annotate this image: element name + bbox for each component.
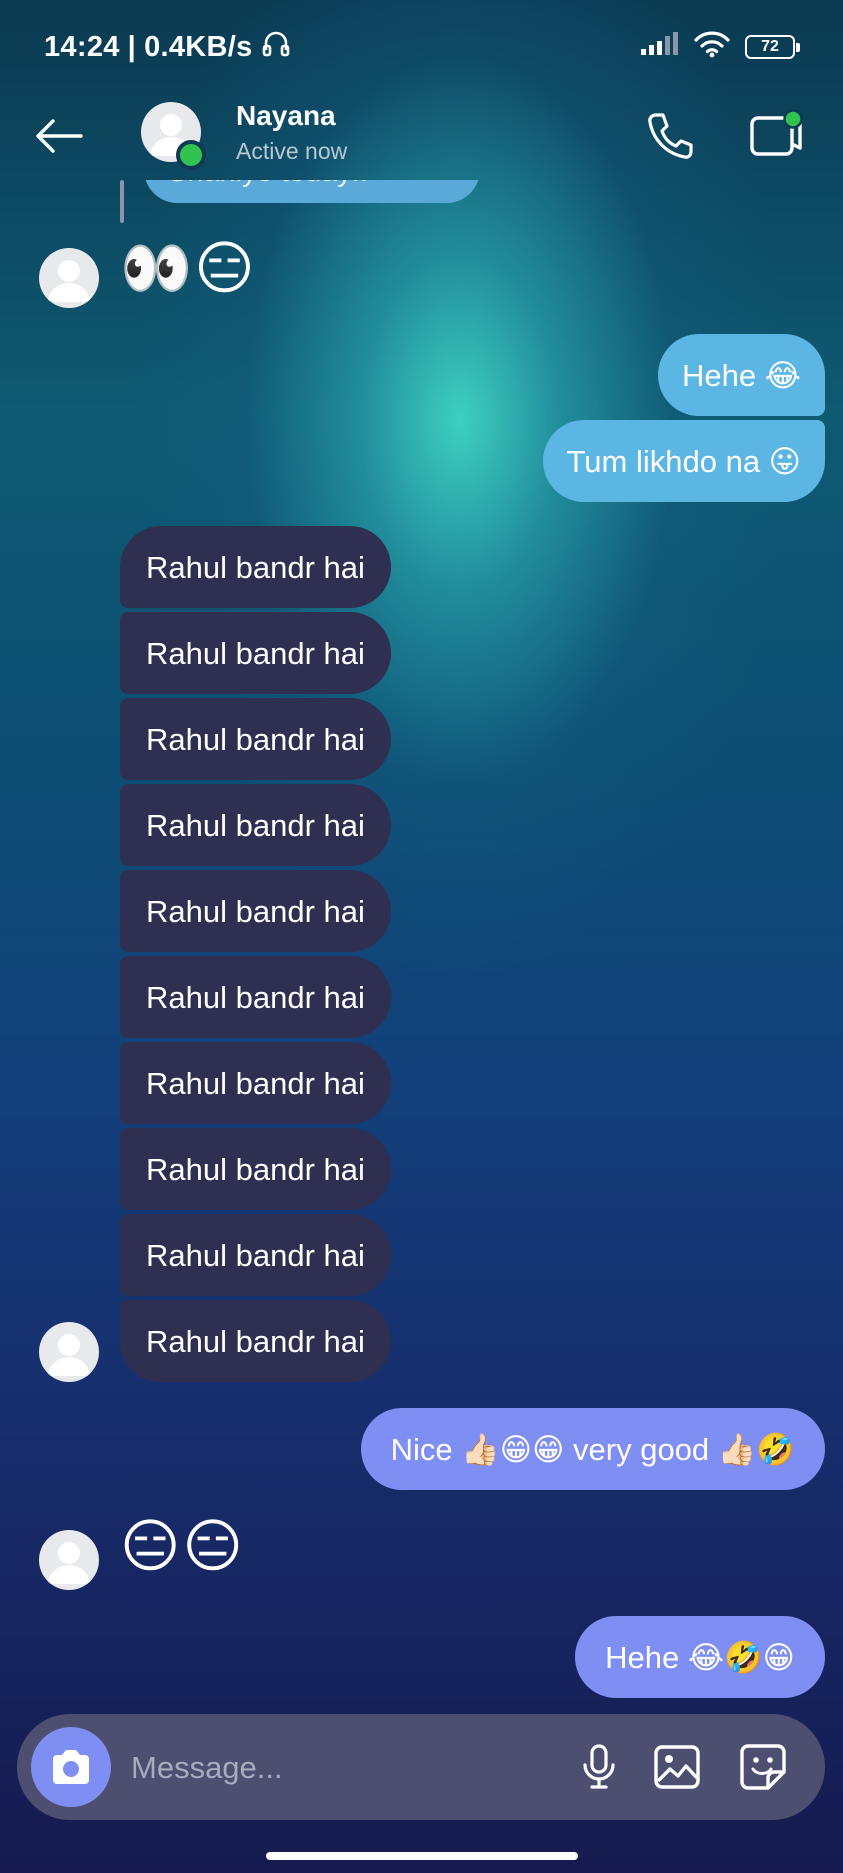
received-message[interactable]: Rahul bandr hai	[120, 1214, 391, 1296]
received-message[interactable]: Rahul bandr hai	[120, 1042, 391, 1124]
battery-level: 72	[761, 37, 779, 55]
sent-message[interactable]: Nice 👍🏻😁😁 very good 👍🏻🤣	[360, 1408, 825, 1490]
composer-bar	[17, 1714, 825, 1820]
status-right: 72	[639, 30, 800, 63]
microphone-icon	[583, 1744, 615, 1789]
sent-message[interactable]: Hehe 😂🤣😁	[575, 1616, 825, 1698]
image-icon	[654, 1745, 700, 1789]
message-input[interactable]	[129, 1742, 553, 1794]
sender-avatar[interactable]	[39, 248, 99, 308]
sender-avatar[interactable]	[39, 1530, 99, 1590]
voice-call-button[interactable]	[640, 106, 700, 166]
default-avatar-icon	[48, 1542, 90, 1584]
clock: 14:24	[44, 30, 120, 63]
sticker-icon	[740, 1744, 786, 1790]
signal-icon	[639, 31, 679, 62]
emoji-message[interactable]: 👀😑	[120, 240, 257, 298]
sent-message[interactable]: Tum likhdo na 😛	[542, 420, 825, 502]
status-bar: 14:24 | 0.4KB/s 72	[0, 0, 843, 92]
voice-message-button[interactable]	[569, 1737, 629, 1797]
phone-icon	[648, 113, 693, 159]
received-message[interactable]: Rahul bandr hai	[120, 612, 391, 694]
contact-status: Active now	[236, 138, 348, 164]
separator: |	[127, 30, 137, 63]
sender-avatar[interactable]	[39, 1322, 99, 1382]
message-list[interactable]: Shahiye today!! 👀😑 Hehe 😂 Tum likhdo na …	[0, 180, 843, 1712]
back-arrow-icon	[36, 119, 83, 153]
status-left: 14:24 | 0.4KB/s	[44, 28, 291, 66]
contact-name[interactable]: Nayana	[236, 100, 336, 132]
home-indicator[interactable]	[266, 1852, 578, 1860]
sticker-button[interactable]	[733, 1737, 793, 1797]
wifi-icon	[693, 30, 731, 63]
video-call-button[interactable]	[744, 106, 808, 166]
gallery-button[interactable]	[647, 1737, 707, 1797]
default-avatar-icon	[48, 1334, 90, 1376]
received-message[interactable]: Rahul bandr hai	[120, 784, 391, 866]
camera-button[interactable]	[31, 1727, 111, 1807]
received-message[interactable]: Rahul bandr hai	[120, 526, 391, 608]
quoted-message[interactable]: Shahiye today!!	[144, 180, 480, 203]
received-message[interactable]: Rahul bandr hai	[120, 870, 391, 952]
headphones-icon	[261, 28, 291, 66]
emoji-message[interactable]: 😑😑	[120, 1518, 245, 1576]
received-message[interactable]: Rahul bandr hai	[120, 698, 391, 780]
camera-icon	[53, 1750, 89, 1784]
received-message[interactable]: Rahul bandr hai	[120, 956, 391, 1038]
network-speed: 0.4KB/s	[144, 30, 253, 63]
chat-header: Nayana Active now	[0, 92, 843, 180]
default-avatar-icon	[48, 260, 90, 302]
online-indicator	[176, 140, 206, 170]
video-camera-icon	[750, 110, 803, 156]
battery-icon: 72	[745, 34, 800, 59]
back-button[interactable]	[32, 109, 86, 163]
received-message[interactable]: Rahul bandr hai	[120, 1300, 391, 1382]
sent-message[interactable]: Hehe 😂	[658, 334, 825, 416]
received-message[interactable]: Rahul bandr hai	[120, 1128, 391, 1210]
reply-indicator	[120, 180, 124, 223]
